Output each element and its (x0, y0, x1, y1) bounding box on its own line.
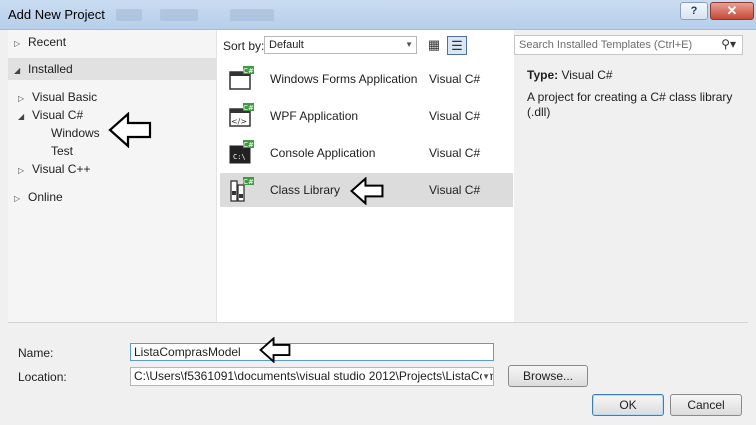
tree-item-test[interactable]: Test (51, 141, 73, 161)
help-button[interactable]: ? (680, 2, 708, 20)
close-button[interactable]: ✕ (710, 2, 754, 20)
wpf-icon: </> C# (229, 103, 254, 127)
svg-text:C#: C# (243, 141, 254, 149)
collapse-arrow-icon: ◢ (18, 112, 25, 121)
expand-arrow-icon: ▷ (14, 194, 21, 203)
tree-item-visual-cpp[interactable]: ▷ Visual C++ (18, 159, 90, 179)
background-menu-ghost (160, 9, 198, 21)
location-label: Location: (18, 370, 67, 384)
left-arrow-icon (108, 112, 152, 148)
details-view-icon[interactable]: ☰ (447, 36, 467, 55)
search-icon: ⚲▾ (721, 37, 736, 51)
project-name-input[interactable]: ListaComprasModel (130, 343, 494, 361)
svg-text:C#: C# (243, 67, 254, 75)
sort-by-dropdown[interactable]: Default ▼ (264, 36, 417, 54)
template-description: A project for creating a C# class librar… (527, 90, 733, 119)
template-row[interactable]: </> C# WPF Application Visual C# (220, 99, 513, 133)
title-bar: Add New Project ? ✕ (0, 0, 756, 30)
divider (8, 322, 748, 323)
browse-button[interactable]: Browse... (508, 365, 588, 387)
collapse-arrow-icon: ◢ (14, 66, 21, 75)
svg-text:</>: </> (231, 117, 247, 126)
tree-item-windows[interactable]: Windows (51, 123, 100, 143)
window-title: Add New Project (8, 7, 105, 22)
left-arrow-icon (259, 337, 291, 363)
svg-text:C:\: C:\ (233, 153, 246, 161)
background-menu-ghost (116, 9, 142, 21)
tree-item-online[interactable]: ▷ Online (14, 187, 63, 207)
cancel-button[interactable]: Cancel (670, 394, 742, 416)
sort-by-label: Sort by: (223, 39, 265, 53)
name-label: Name: (18, 346, 54, 360)
small-icons-view-icon[interactable]: ▦ (424, 36, 444, 55)
svg-text:C#: C# (243, 178, 254, 186)
expand-arrow-icon: ▷ (18, 166, 25, 175)
tree-item-visual-basic[interactable]: ▷ Visual Basic (18, 87, 97, 107)
background-menu-ghost (230, 9, 274, 21)
chevron-down-icon: ▼ (482, 368, 490, 385)
template-row[interactable]: C# Windows Forms Application Visual C# (220, 62, 513, 96)
template-type: Type: Visual C# (527, 68, 613, 82)
search-templates-input[interactable]: Search Installed Templates (Ctrl+E) ⚲▾ (514, 35, 743, 55)
tree-item-installed[interactable]: ◢ Installed (14, 59, 73, 79)
ok-button[interactable]: OK (592, 394, 664, 416)
console-icon: C:\ C# (229, 140, 254, 164)
windows-forms-icon: C# (229, 66, 254, 90)
location-dropdown[interactable]: C:\Users\f5361091\documents\visual studi… (130, 367, 494, 386)
svg-text:C#: C# (243, 104, 254, 112)
template-row[interactable]: C:\ C# Console Application Visual C# (220, 136, 513, 170)
left-arrow-icon (350, 177, 384, 205)
class-library-icon: C# (230, 177, 254, 202)
chevron-down-icon: ▼ (405, 40, 413, 49)
expand-arrow-icon: ▷ (14, 39, 21, 48)
tree-item-recent[interactable]: ▷ Recent (14, 32, 66, 52)
tree-item-visual-csharp[interactable]: ◢ Visual C# (18, 105, 83, 125)
template-tree: ▷ Recent ◢ Installed ▷ Visual Basic ◢ Visual… (8, 30, 216, 322)
